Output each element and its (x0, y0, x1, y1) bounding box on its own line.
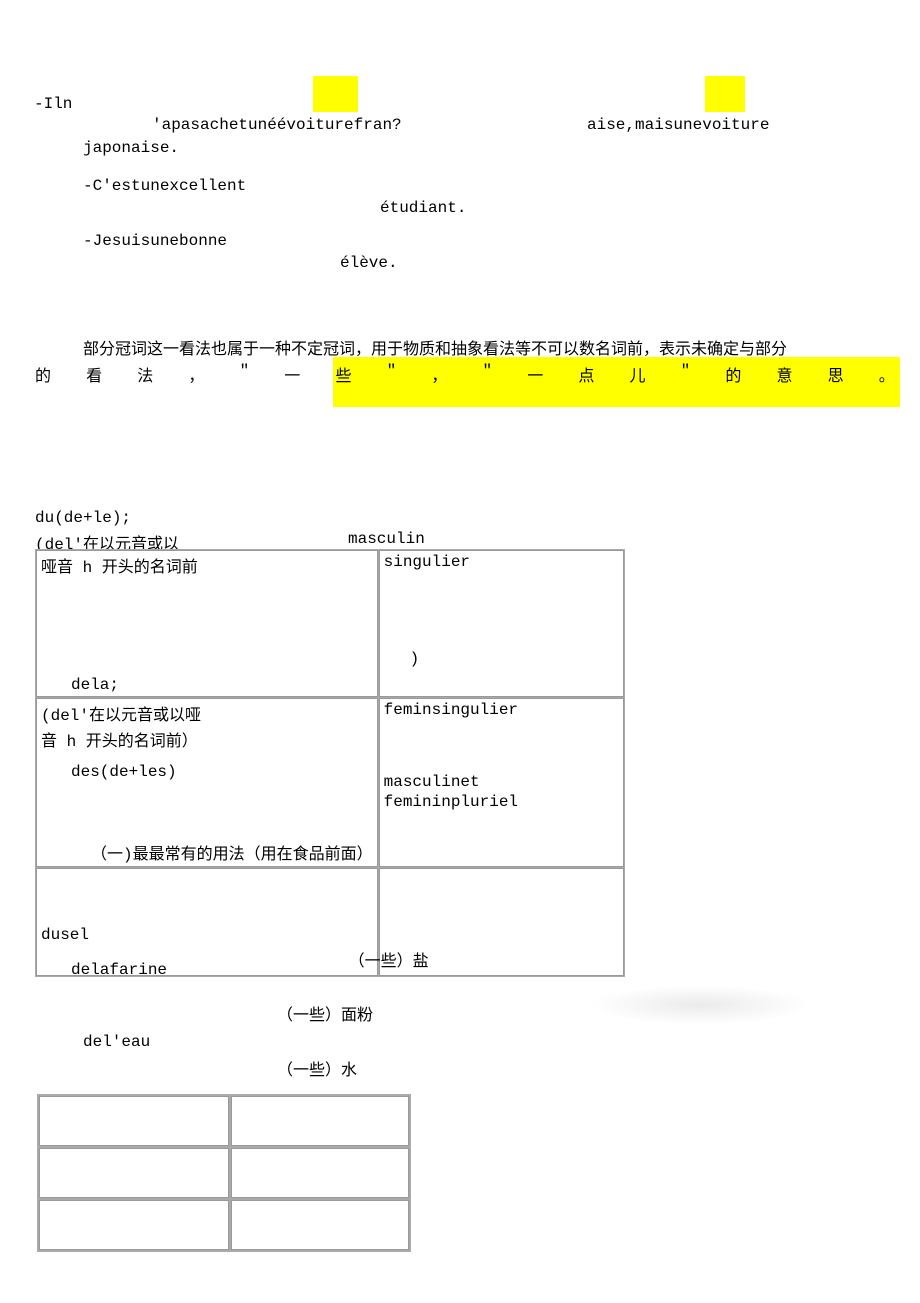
text-iln: -Iln (34, 95, 72, 113)
text-flour: （一些）面粉 (277, 1001, 373, 1025)
t1r2c2-c: femininpluriel (380, 793, 623, 811)
j-15: 意 (776, 362, 792, 386)
t1r3c2-a: （一些）盐 (345, 945, 433, 973)
j-1: 看 (86, 362, 102, 386)
highlight-box-2 (705, 76, 745, 112)
t1r1c1-b: dela; (67, 674, 377, 696)
t1r2c2-b: masculinet (380, 771, 623, 793)
text-eleve: élève. (340, 254, 398, 272)
j-2: 法 (137, 362, 153, 386)
table-row: dusel delafarine （一些）盐 (36, 868, 624, 976)
highlight-box-1 (313, 76, 358, 112)
t1r2c1-b: 音 h 开头的名词前） (37, 727, 377, 751)
table-partitive: 哑音 h 开头的名词前 dela; singulier ) (del'在以元音或… (35, 549, 625, 977)
j-11: 点 (578, 362, 594, 386)
table-row: 哑音 h 开头的名词前 dela; singulier ) (36, 550, 624, 697)
text-japonaise: japonaise. (83, 139, 179, 157)
j-3: ， (188, 362, 204, 386)
t1r3c1-b: delafarine (67, 959, 171, 981)
text-aise: aise,maisunevoiture (587, 116, 769, 134)
j-4: " (240, 362, 250, 386)
table-row: (del'在以元音或以哑 音 h 开头的名词前） des(de+les) （一)… (36, 698, 624, 867)
t1r2c2-a: feminsingulier (380, 699, 623, 721)
t1r1c2-b: ) (406, 648, 623, 670)
j-5: 一 (284, 362, 300, 386)
t1r2c1-c: des(de+les) (67, 761, 377, 783)
shadow-decor (590, 985, 810, 1025)
j-17: 。 (879, 362, 895, 386)
table-row (39, 1096, 409, 1146)
text-etudiant: étudiant. (380, 199, 466, 217)
j-6: 些 (335, 362, 351, 386)
text-del1b: masculin (348, 530, 425, 548)
table-row (39, 1148, 409, 1198)
j-16: 思 (828, 362, 844, 386)
t1r1c2-a: singulier (380, 551, 623, 573)
t1r2c1-d: （一)最最常有的用法（用在食品前面） (87, 838, 377, 866)
t1r3c1-a: dusel (37, 924, 377, 946)
j-14: 的 (725, 362, 741, 386)
text-jesuis: -Jesuisunebonne (83, 232, 227, 250)
text-cest: -C'estunexcellent (83, 177, 246, 195)
justified-line: 的 看 法 ， " 一 些 " ， " 一 点 儿 " 的 意 思 。 (35, 362, 895, 386)
j-8: ， (431, 362, 447, 386)
table-row (39, 1200, 409, 1250)
j-13: " (681, 362, 691, 386)
t1r1c1-a: 哑音 h 开头的名词前 (37, 551, 377, 579)
j-7: " (387, 362, 397, 386)
j-12: 儿 (629, 362, 645, 386)
text-deleau: del'eau (83, 1033, 150, 1051)
text-water: （一些）水 (277, 1056, 357, 1080)
table-empty (37, 1094, 411, 1252)
j-9: " (482, 362, 492, 386)
text-apas: 'apasachetunéévoiturefran? (152, 116, 402, 134)
t1r2c1-a: (del'在以元音或以哑 (37, 699, 377, 727)
j-0: 的 (35, 362, 51, 386)
j-10: 一 (527, 362, 543, 386)
text-du: du(de+le); (35, 509, 131, 527)
